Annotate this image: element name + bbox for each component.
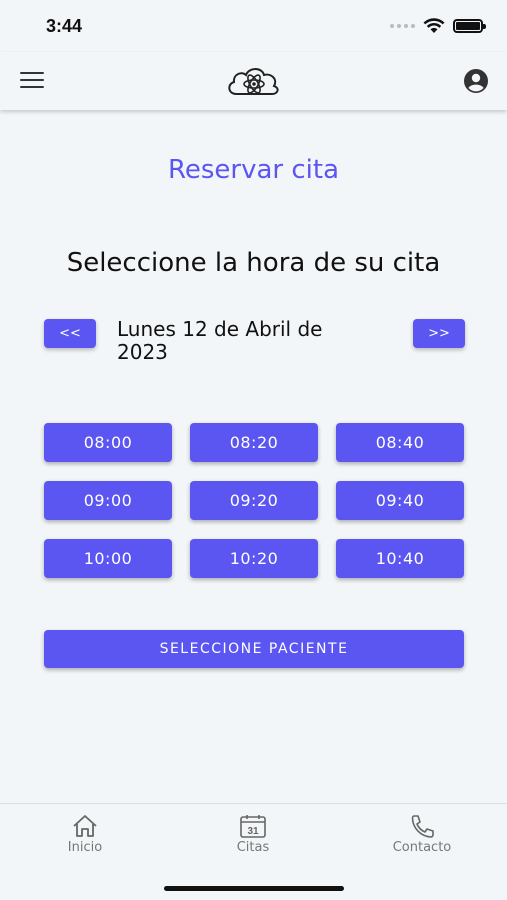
hamburger-menu-icon[interactable] (20, 72, 44, 90)
time-slot-grid: 08:00 08:20 08:40 09:00 09:20 09:40 10:0… (44, 423, 464, 578)
phone-icon (411, 815, 434, 838)
user-circle-icon[interactable] (463, 68, 489, 94)
calendar-icon-text: 31 (247, 826, 259, 837)
tab-citas[interactable]: 31 Citas (193, 814, 313, 855)
time-slot-button[interactable]: 09:40 (336, 481, 464, 520)
page-title: Reservar cita (167, 155, 340, 185)
tab-label: Inicio (67, 840, 103, 855)
tab-contacto[interactable]: Contacto (362, 814, 482, 855)
next-day-button[interactable]: >> (413, 319, 465, 348)
calendar-icon: 31 (240, 815, 266, 838)
time-slot-button[interactable]: 08:00 (44, 423, 172, 462)
tab-label: Citas (236, 840, 270, 855)
app-header (0, 52, 507, 110)
home-indicator[interactable] (164, 886, 344, 891)
status-bar: 3:44 (0, 0, 507, 52)
previous-day-button[interactable]: << (44, 319, 96, 348)
selected-date-label: Lunes 12 de Abril de 2023 (117, 317, 323, 364)
tab-label: Contacto (392, 840, 452, 855)
status-time: 3:44 (46, 16, 83, 36)
bottom-tab-bar: Inicio 31 Citas Contacto (0, 803, 507, 900)
wifi-icon (423, 18, 445, 33)
cloud-atom-logo-icon (228, 68, 279, 95)
time-slot-button[interactable]: 10:00 (44, 539, 172, 578)
tab-inicio[interactable]: Inicio (25, 814, 145, 855)
time-slot-button[interactable]: 09:20 (190, 481, 318, 520)
select-patient-button[interactable]: SELECCIONE PACIENTE (44, 630, 464, 668)
status-icons (390, 18, 486, 34)
time-slot-button[interactable]: 08:20 (190, 423, 318, 462)
time-slot-button[interactable]: 10:40 (336, 539, 464, 578)
home-icon (73, 815, 97, 837)
cellular-signal-icon (390, 24, 415, 28)
time-slot-button[interactable]: 10:20 (190, 539, 318, 578)
time-slot-button[interactable]: 08:40 (336, 423, 464, 462)
time-slot-button[interactable]: 09:00 (44, 481, 172, 520)
section-subtitle: Seleccione la hora de su cita (66, 248, 441, 278)
battery-icon (453, 19, 486, 33)
